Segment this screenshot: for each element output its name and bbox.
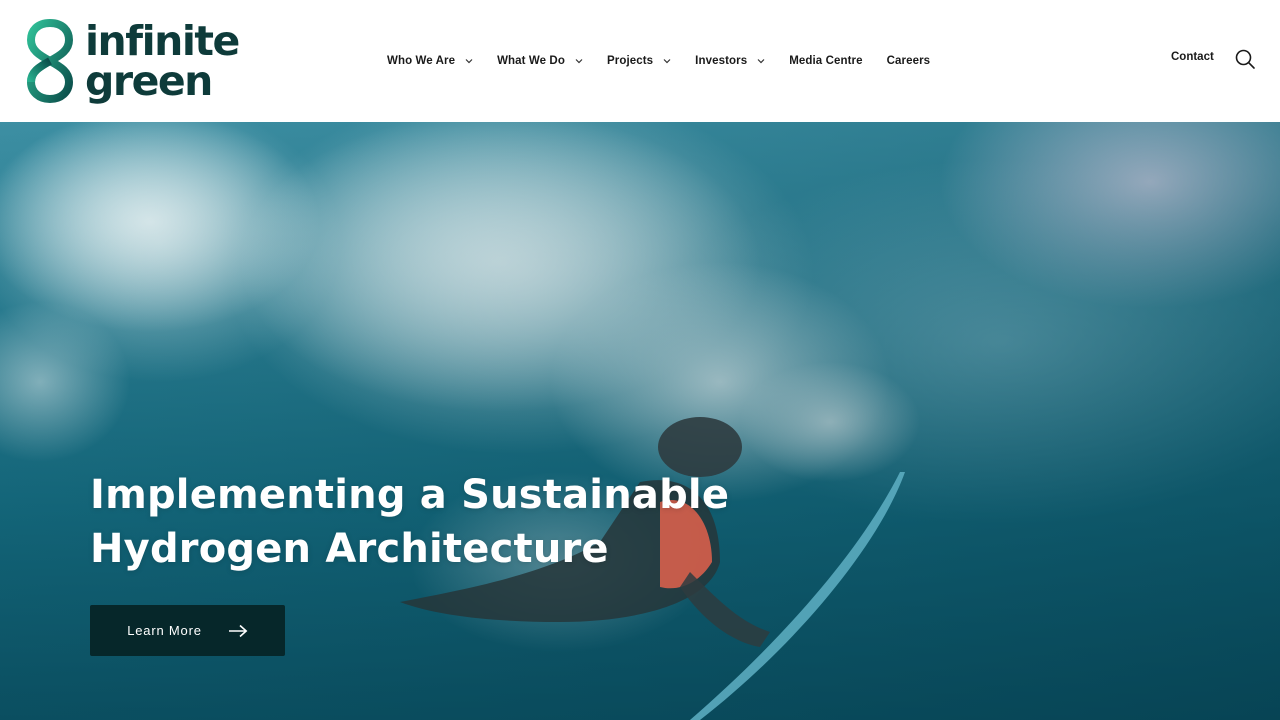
- infinity-logo-icon: [27, 19, 73, 103]
- nav-item-media-centre[interactable]: Media Centre: [789, 55, 862, 67]
- nav-item-label: Who We Are: [387, 55, 456, 67]
- hero-title-line-1: Implementing a Sustainable: [90, 472, 730, 518]
- arrow-right-icon: [228, 624, 248, 637]
- chevron-down-icon: [575, 59, 583, 64]
- hero-title: Implementing a Sustainable Hydrogen Arch…: [90, 468, 790, 576]
- main-nav: Who We Are What We Do Projects Investors…: [387, 0, 954, 122]
- search-icon[interactable]: [1234, 48, 1256, 70]
- nav-item-investors[interactable]: Investors: [695, 55, 765, 67]
- hero-title-line-2: Hydrogen Architecture: [90, 526, 609, 572]
- logo-line-2: green: [85, 57, 213, 105]
- chevron-down-icon: [757, 59, 765, 64]
- nav-item-careers[interactable]: Careers: [887, 55, 931, 67]
- site-header: infinite green Who We Are What We Do Pro…: [0, 0, 1280, 122]
- nav-item-label: Investors: [695, 55, 748, 67]
- nav-item-label: What We Do: [497, 55, 565, 67]
- chevron-down-icon: [465, 59, 473, 64]
- nav-item-label: Media Centre: [789, 55, 863, 67]
- nav-item-label: Projects: [606, 55, 654, 67]
- chevron-down-icon: [663, 59, 671, 64]
- nav-item-projects[interactable]: Projects: [607, 55, 671, 67]
- logo-wordmark: infinite green: [85, 17, 240, 105]
- logo-line-1: infinite: [85, 17, 240, 65]
- contact-link[interactable]: Contact: [1171, 51, 1214, 63]
- hero-banner: Implementing a Sustainable Hydrogen Arch…: [0, 122, 1280, 720]
- learn-more-button[interactable]: Learn More: [90, 605, 285, 656]
- nav-item-what-we-do[interactable]: What We Do: [497, 55, 583, 67]
- learn-more-label: Learn More: [127, 623, 202, 638]
- nav-item-who-we-are[interactable]: Who We Are: [387, 55, 473, 67]
- logo[interactable]: infinite green: [27, 19, 247, 103]
- nav-item-label: Careers: [886, 55, 931, 67]
